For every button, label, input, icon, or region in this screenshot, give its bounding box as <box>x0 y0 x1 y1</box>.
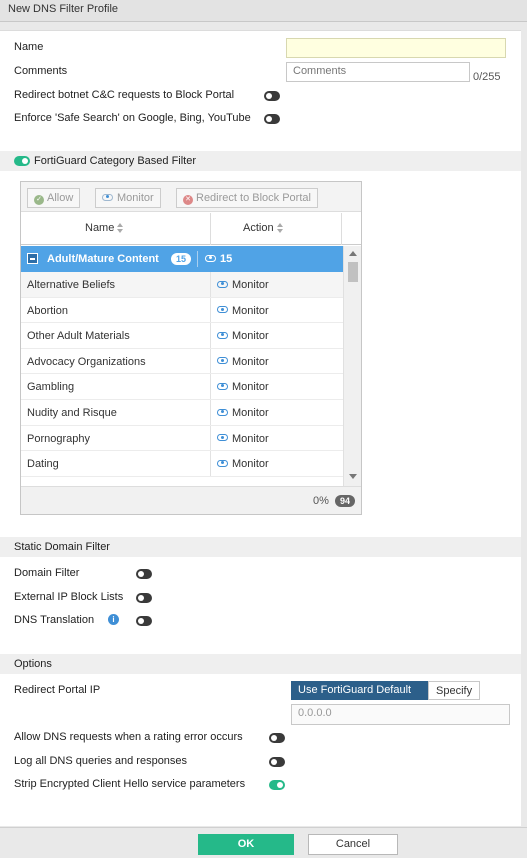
redirect-botnet-toggle[interactable] <box>264 91 280 101</box>
specify-button[interactable]: Specify <box>428 681 480 700</box>
eye-icon <box>217 434 228 442</box>
category-name: Other Adult Materials <box>27 330 130 343</box>
info-icon[interactable]: i <box>108 614 119 625</box>
ok-button[interactable]: OK <box>198 834 294 855</box>
table-row[interactable]: Other Adult Materials Monitor <box>21 323 343 349</box>
eye-icon <box>217 280 228 288</box>
fortiguard-section-header: FortiGuard Category Based Filter <box>0 151 521 171</box>
use-fortiguard-default-button[interactable]: Use FortiGuard Default <box>291 681 428 700</box>
safe-search-label: Enforce 'Safe Search' on Google, Bing, Y… <box>14 112 251 124</box>
category-name: Pornography <box>27 432 90 445</box>
domain-filter-toggle[interactable] <box>136 569 152 579</box>
dns-translation-toggle[interactable] <box>136 616 152 626</box>
table-row[interactable]: Pornography Monitor <box>21 425 343 452</box>
category-grid: ✓ Allow Monitor ✕ Redirect to Block Portal… <box>20 181 362 515</box>
name-input[interactable] <box>286 38 506 58</box>
group-row-adult-mature[interactable]: Adult/Mature Content 15 15 <box>21 246 343 272</box>
eye-icon <box>217 382 228 390</box>
column-header-name[interactable]: Name <box>85 222 124 234</box>
category-action[interactable]: Monitor <box>217 305 269 317</box>
category-action[interactable]: Monitor <box>217 330 269 342</box>
scroll-up-icon[interactable] <box>349 251 357 256</box>
comments-textarea[interactable]: Comments <box>286 62 470 82</box>
eye-icon <box>102 193 113 201</box>
category-action[interactable]: Monitor <box>217 433 269 445</box>
grid-footer-total: 94 <box>335 495 356 507</box>
category-action[interactable]: Monitor <box>217 381 269 393</box>
grid-toolbar: ✓ Allow Monitor ✕ Redirect to Block Portal <box>21 182 361 212</box>
dialog-title: New DNS Filter Profile <box>0 0 527 22</box>
dialog-footer: OK Cancel <box>0 827 527 858</box>
check-circle-icon: ✓ <box>34 195 44 205</box>
cancel-button[interactable]: Cancel <box>308 834 398 855</box>
dns-translation-label: DNS Translation <box>14 614 95 626</box>
eye-icon <box>217 357 228 365</box>
name-label: Name <box>14 41 44 53</box>
grid-footer-percent: 0% <box>313 495 329 507</box>
category-name: Nudity and Risque <box>27 406 117 419</box>
category-action[interactable]: Monitor <box>217 458 269 470</box>
column-header-action[interactable]: Action <box>243 222 283 234</box>
comments-counter: 0/255 <box>473 71 501 83</box>
redirect-ip-input[interactable]: 0.0.0.0 <box>291 704 510 725</box>
category-action[interactable]: Monitor <box>217 356 269 368</box>
fortiguard-label: FortiGuard Category Based Filter <box>34 155 197 167</box>
safe-search-toggle[interactable] <box>264 114 280 124</box>
table-row[interactable]: Dating Monitor <box>21 451 343 477</box>
x-circle-icon: ✕ <box>183 195 193 205</box>
table-row[interactable]: Alternative Beliefs Monitor <box>21 272 343 298</box>
allow-button[interactable]: ✓ Allow <box>27 188 81 208</box>
external-ip-block-lists-toggle[interactable] <box>136 593 152 603</box>
category-name: Gambling <box>27 381 75 394</box>
table-row[interactable]: Advocacy Organizations Monitor <box>21 348 343 375</box>
grid-scrollbar[interactable] <box>343 246 361 486</box>
category-name: Dating <box>27 458 59 471</box>
eye-icon <box>217 408 228 416</box>
log-all-dns-toggle[interactable] <box>269 757 285 767</box>
category-action[interactable]: Monitor <box>217 279 269 291</box>
monitor-button[interactable]: Monitor <box>95 188 161 208</box>
sort-icon <box>276 223 283 234</box>
group-monitor-count: 15 <box>205 253 232 265</box>
external-ip-block-lists-label: External IP Block Lists <box>14 591 124 603</box>
allow-dns-error-label: Allow DNS requests when a rating error o… <box>14 731 243 743</box>
table-row[interactable]: Abortion Monitor <box>21 297 343 324</box>
domain-filter-label: Domain Filter <box>14 567 80 579</box>
grid-header: Name Action <box>21 213 361 245</box>
dialog-body: Name Comments Comments 0/255 Redirect bo… <box>0 30 521 826</box>
category-name: Abortion <box>27 304 68 317</box>
static-domain-section-header: Static Domain Filter <box>0 537 521 557</box>
scroll-down-icon[interactable] <box>349 474 357 479</box>
comments-label: Comments <box>14 65 68 77</box>
category-rows: Alternative Beliefs Monitor Abortion Monito… <box>21 272 343 486</box>
options-section-header: Options <box>0 654 521 674</box>
redirect-botnet-label: Redirect botnet C&C requests to Block Po… <box>14 89 235 101</box>
eye-icon <box>205 254 216 262</box>
eye-icon <box>217 306 228 314</box>
redirect-to-block-portal-button[interactable]: ✕ Redirect to Block Portal <box>176 188 318 208</box>
allow-dns-error-toggle[interactable] <box>269 733 285 743</box>
log-all-dns-label: Log all DNS queries and responses <box>14 755 188 767</box>
scroll-thumb[interactable] <box>348 262 358 282</box>
grid-footer: 0% 94 <box>21 486 361 514</box>
category-name: Alternative Beliefs <box>27 279 116 291</box>
sort-icon <box>117 223 124 234</box>
group-count-badge: 15 <box>171 253 192 265</box>
group-name: Adult/Mature Content <box>47 253 159 265</box>
minus-square-icon[interactable] <box>27 253 38 264</box>
redirect-portal-ip-label: Redirect Portal IP <box>14 684 101 696</box>
table-row[interactable]: Nudity and Risque Monitor <box>21 399 343 426</box>
strip-ech-label: Strip Encrypted Client Hello service par… <box>14 778 246 790</box>
eye-icon <box>217 331 228 339</box>
fortiguard-toggle[interactable] <box>14 156 30 166</box>
category-name: Advocacy Organizations <box>27 355 146 368</box>
strip-ech-toggle[interactable] <box>269 780 285 790</box>
category-action[interactable]: Monitor <box>217 407 269 419</box>
table-row[interactable]: Gambling Monitor <box>21 374 343 400</box>
eye-icon <box>217 459 228 467</box>
